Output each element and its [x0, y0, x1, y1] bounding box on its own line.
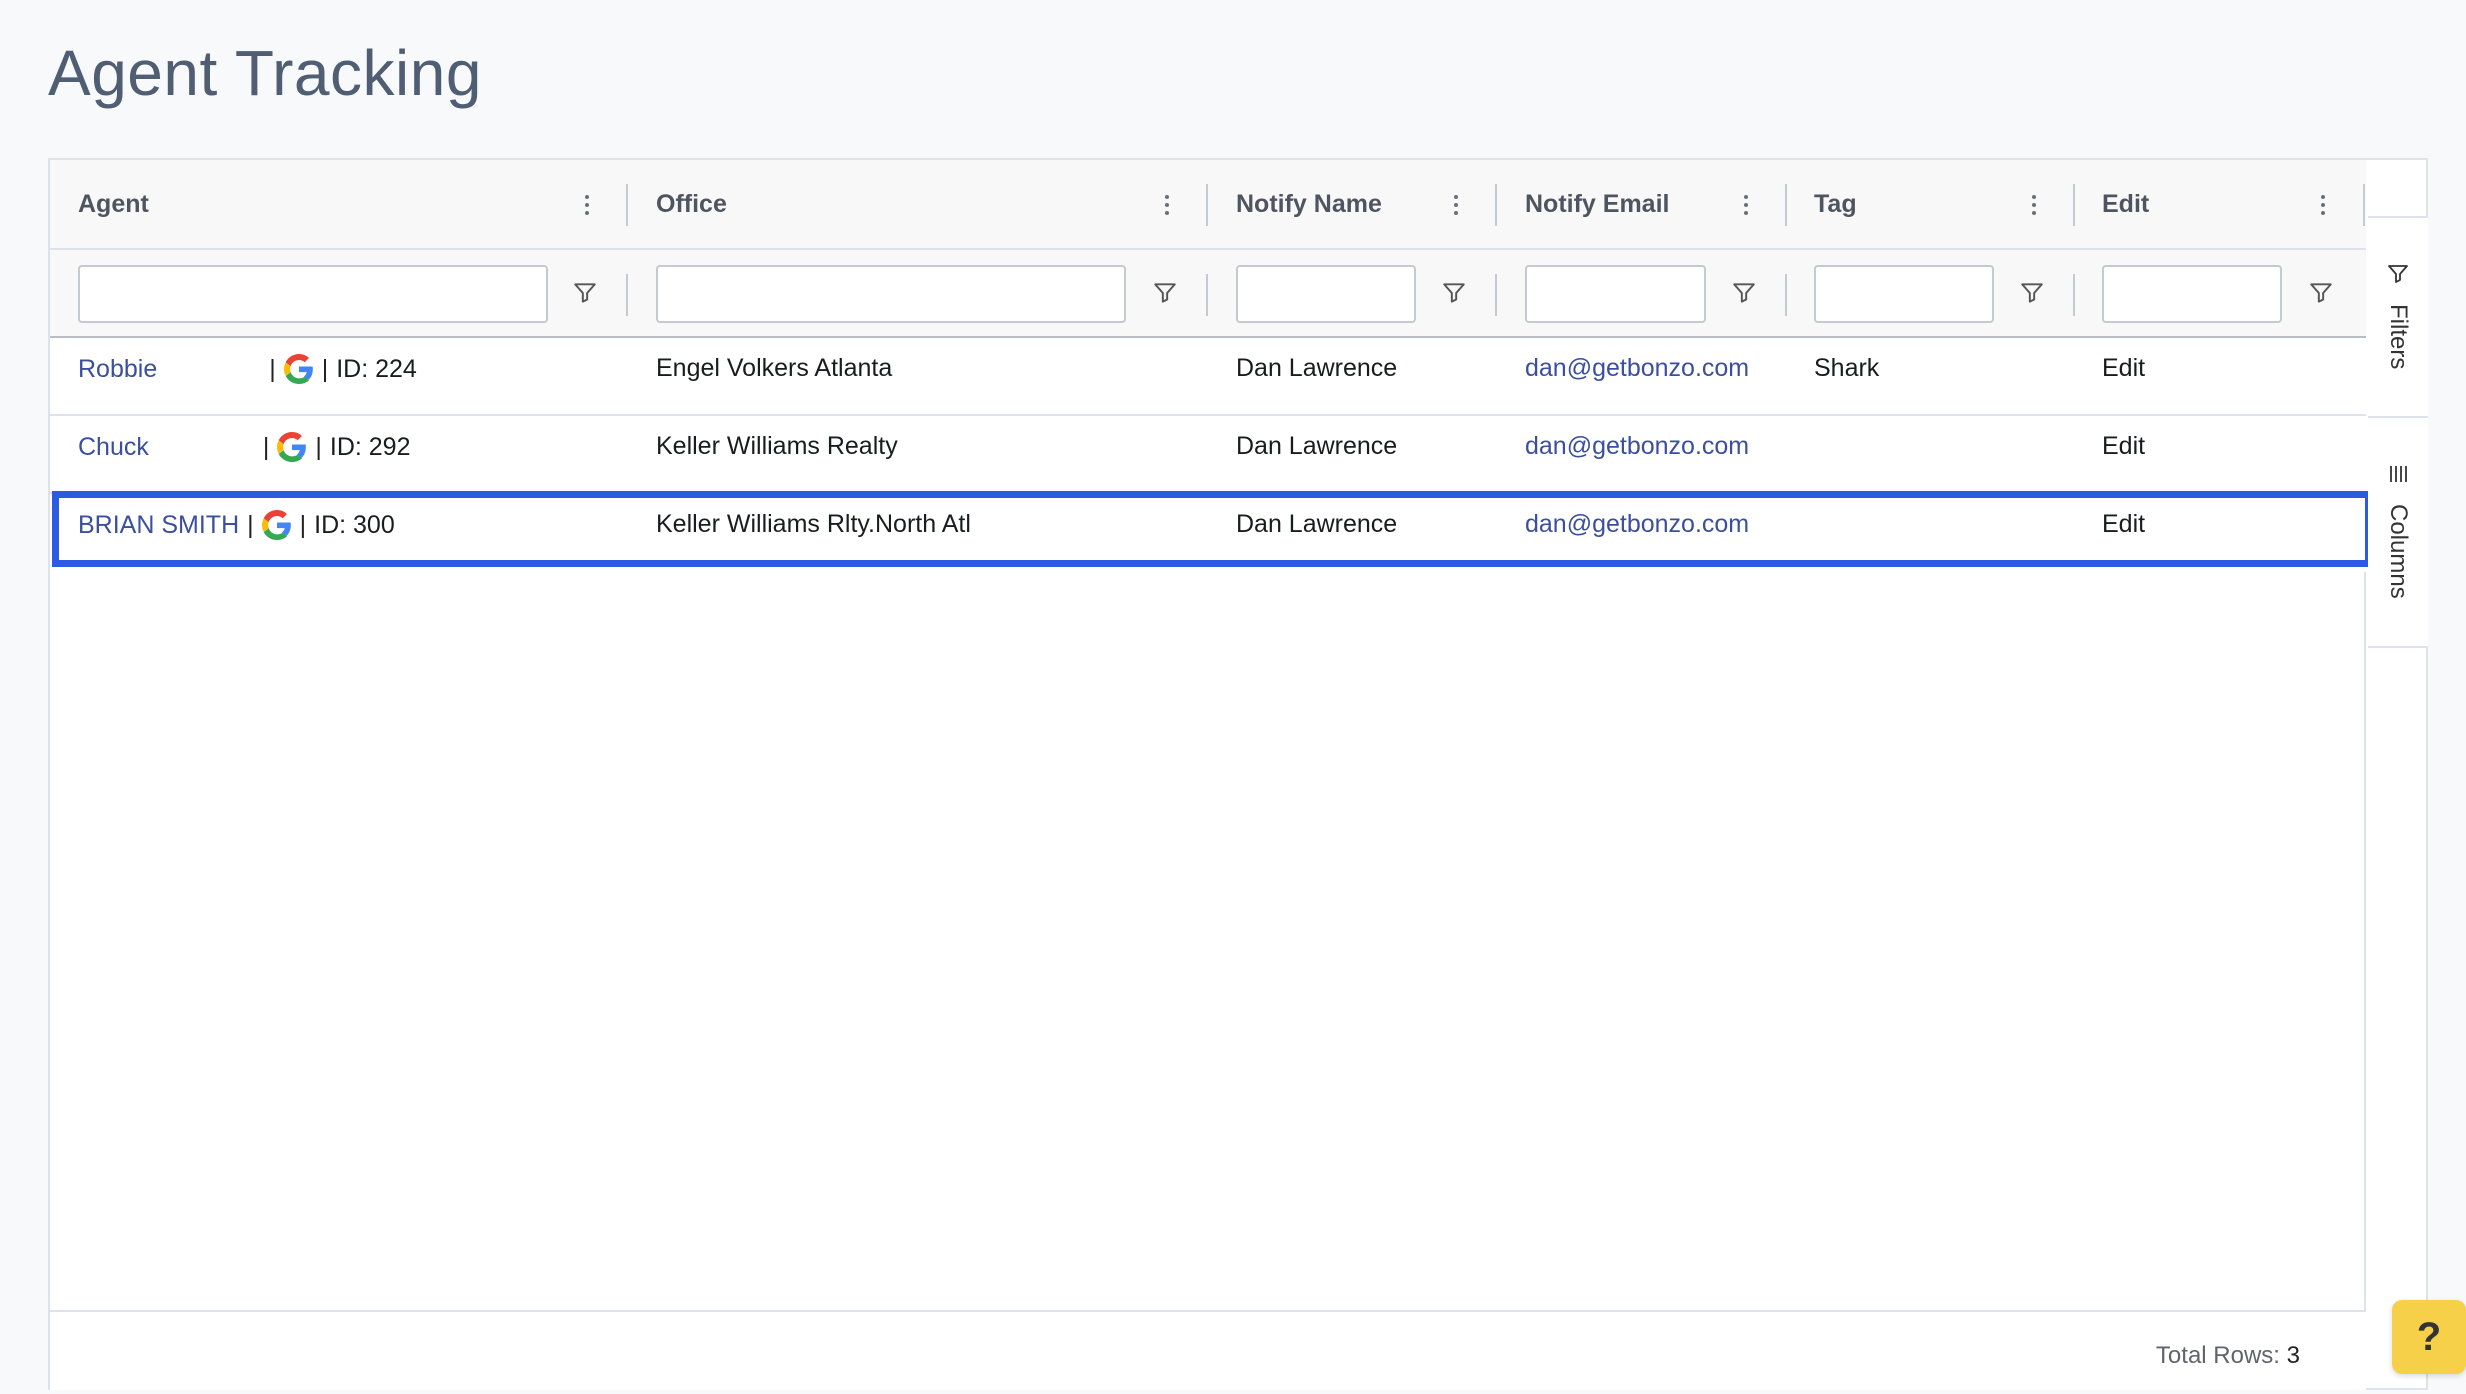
notify-email-link[interactable]: dan@getbonzo.com: [1525, 432, 1749, 461]
filter-icon[interactable]: [2308, 280, 2334, 306]
office-cell: Keller Williams Rlty.North Atl: [656, 510, 971, 538]
help-button[interactable]: ?: [2392, 1300, 2466, 1374]
filter-row: [50, 250, 2366, 338]
office-cell: Engel Volkers Atlanta: [656, 354, 893, 382]
filter-icon[interactable]: [1731, 280, 1757, 306]
filter-icon[interactable]: [1152, 280, 1178, 306]
column-menu-icon[interactable]: [1160, 188, 1174, 222]
separator: |: [315, 432, 322, 461]
agent-cell: Robbie | | ID: 224: [78, 354, 417, 384]
column-header-notify-name[interactable]: Notify Name: [1208, 160, 1497, 248]
side-panel: Filters Columns: [2368, 216, 2428, 1310]
column-header-label: Office: [656, 190, 727, 218]
filter-cell-office: [628, 250, 1208, 336]
separator: |: [299, 510, 307, 539]
agent-name-link[interactable]: Chuck: [78, 433, 149, 462]
column-header-tag[interactable]: Tag: [1786, 160, 2075, 248]
filter-cell-edit: [2074, 250, 2366, 336]
column-header-notify-email[interactable]: Notify Email: [1497, 160, 1787, 248]
separator: |: [247, 510, 254, 539]
table-row[interactable]: Robbie | | ID: 224 Engel Volkers Atlanta…: [50, 338, 2366, 416]
edit-link[interactable]: Edit: [2102, 432, 2145, 461]
header-row: Agent Office Notify Name Notify Email Ta: [50, 160, 2366, 250]
agent-filter-input[interactable]: [78, 265, 548, 323]
total-rows: Total Rows: 3: [2156, 1342, 2300, 1370]
google-icon[interactable]: [283, 354, 314, 384]
edit-link[interactable]: Edit: [2102, 354, 2145, 383]
column-header-edit[interactable]: Edit: [2074, 160, 2366, 248]
column-menu-icon[interactable]: [1449, 188, 1463, 222]
agent-id: ID: 224: [336, 354, 417, 383]
google-icon[interactable]: [277, 432, 307, 462]
column-header-label: Edit: [2102, 190, 2150, 218]
column-menu-icon[interactable]: [580, 188, 594, 222]
filter-icon: [2388, 265, 2408, 283]
notify-email-link[interactable]: dan@getbonzo.com: [1525, 354, 1749, 383]
tag-filter-input[interactable]: [1814, 265, 1994, 323]
notify-name-filter-input[interactable]: [1236, 265, 1416, 323]
columns-icon: [2390, 466, 2407, 482]
office-filter-input[interactable]: [656, 265, 1126, 323]
notify-email-link[interactable]: dan@getbonzo.com: [1525, 510, 1749, 539]
filters-tab-label: Filters: [2385, 304, 2412, 370]
separator: |: [321, 354, 329, 383]
agent-name-link[interactable]: BRIAN SMITH: [78, 511, 239, 540]
total-rows-value: 3: [2286, 1342, 2300, 1369]
grid-footer: Total Rows: 3: [50, 1310, 2366, 1390]
filter-icon[interactable]: [2019, 280, 2045, 306]
filter-cell-tag: [1786, 250, 2075, 336]
filter-icon[interactable]: [572, 280, 598, 306]
table-row[interactable]: Chuck | | ID: 292 Keller Williams Realty…: [50, 416, 2366, 494]
column-header-agent[interactable]: Agent: [50, 160, 628, 248]
page-title: Agent Tracking: [48, 37, 482, 109]
column-header-label: Notify Name: [1236, 190, 1382, 218]
columns-tab-label: Columns: [2385, 504, 2412, 599]
filter-cell-notify-name: [1208, 250, 1497, 336]
edit-link[interactable]: Edit: [2102, 510, 2145, 539]
edit-filter-input[interactable]: [2102, 265, 2282, 323]
filter-icon[interactable]: [1441, 280, 1467, 306]
notify-name-cell: Dan Lawrence: [1236, 354, 1398, 382]
notify-name-cell: Dan Lawrence: [1236, 510, 1398, 538]
agent-id: ID: 300: [314, 510, 395, 539]
column-menu-icon[interactable]: [2027, 188, 2041, 222]
column-resize-handle[interactable]: [2363, 184, 2365, 226]
column-header-label: Notify Email: [1525, 190, 1670, 218]
separator: |: [262, 432, 270, 461]
columns-tab[interactable]: Columns: [2368, 416, 2428, 648]
agent-grid: Agent Office Notify Name Notify Email Ta: [48, 158, 2428, 1390]
office-cell: Keller Williams Realty: [656, 432, 898, 460]
column-header-label: Agent: [78, 190, 149, 218]
column-header-label: Tag: [1814, 190, 1857, 218]
tag-cell: Shark: [1814, 354, 1880, 382]
separator: |: [269, 354, 276, 383]
grid-body: Agent Office Notify Name Notify Email Ta: [50, 160, 2372, 1310]
filter-cell-agent: [50, 250, 628, 336]
notify-name-cell: Dan Lawrence: [1236, 432, 1398, 460]
column-header-office[interactable]: Office: [628, 160, 1208, 248]
filters-tab[interactable]: Filters: [2368, 216, 2428, 418]
table-row[interactable]: BRIAN SMITH | | ID: 300 Keller Williams …: [50, 494, 2366, 572]
google-icon[interactable]: [261, 510, 292, 540]
agent-id: ID: 292: [329, 432, 411, 461]
filter-cell-notify-email: [1497, 250, 1787, 336]
agent-name-link[interactable]: Robbie: [78, 355, 157, 384]
total-rows-label: Total Rows:: [2155, 1342, 2280, 1369]
column-menu-icon[interactable]: [2316, 188, 2330, 222]
notify-email-filter-input[interactable]: [1525, 265, 1706, 323]
column-menu-icon[interactable]: [1739, 188, 1753, 222]
agent-cell: BRIAN SMITH | | ID: 300: [78, 510, 395, 540]
agent-cell: Chuck | | ID: 292: [78, 432, 410, 462]
